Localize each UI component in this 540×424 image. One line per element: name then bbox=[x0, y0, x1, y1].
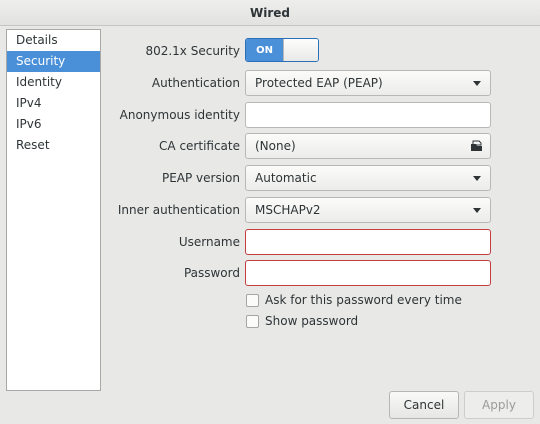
password-label: Password bbox=[183, 266, 240, 280]
security-8021x-label: 802.1x Security bbox=[145, 44, 240, 58]
row-ca-certificate: CA certificate (None) bbox=[0, 132, 540, 160]
row-peap-version: PEAP version Automatic bbox=[0, 164, 540, 192]
inner-authentication-value: MSCHAPv2 bbox=[255, 203, 321, 217]
dropdown-arrow-icon bbox=[473, 80, 481, 86]
ca-certificate-label: CA certificate bbox=[159, 139, 240, 153]
security-8021x-switch[interactable]: ON bbox=[245, 38, 319, 62]
row-8021x-security: 802.1x Security ON bbox=[0, 37, 540, 65]
window-title: Wired bbox=[250, 5, 290, 20]
authentication-label: Authentication bbox=[151, 76, 240, 90]
row-authentication: Authentication Protected EAP (PEAP) bbox=[0, 69, 540, 97]
dropdown-arrow-icon bbox=[473, 175, 481, 181]
dropdown-arrow-icon bbox=[473, 207, 481, 213]
show-password-label: Show password bbox=[265, 314, 359, 328]
window-titlebar: Wired bbox=[0, 0, 540, 26]
authentication-value: Protected EAP (PEAP) bbox=[255, 76, 383, 90]
peap-version-dropdown[interactable]: Automatic bbox=[245, 165, 491, 191]
ca-certificate-chooser[interactable]: (None) bbox=[245, 133, 491, 159]
show-password-checkbox[interactable] bbox=[246, 314, 259, 328]
peap-version-label: PEAP version bbox=[161, 171, 240, 185]
ask-password-checkbox-row[interactable]: Ask for this password every time bbox=[246, 291, 462, 309]
document-open-icon bbox=[471, 140, 482, 151]
ask-password-label: Ask for this password every time bbox=[265, 293, 462, 307]
ask-password-checkbox[interactable] bbox=[246, 293, 259, 307]
switch-on-text: ON bbox=[246, 39, 283, 61]
username-label: Username bbox=[178, 235, 240, 249]
cancel-button[interactable]: Cancel bbox=[389, 391, 459, 419]
row-anonymous-identity: Anonymous identity bbox=[0, 101, 540, 129]
inner-authentication-dropdown[interactable]: MSCHAPv2 bbox=[245, 197, 491, 223]
inner-authentication-label: Inner authentication bbox=[117, 203, 240, 217]
apply-button[interactable]: Apply bbox=[464, 391, 534, 419]
anonymous-identity-label: Anonymous identity bbox=[119, 108, 240, 122]
ca-certificate-value: (None) bbox=[255, 139, 296, 153]
username-input[interactable] bbox=[245, 229, 491, 255]
authentication-dropdown[interactable]: Protected EAP (PEAP) bbox=[245, 70, 491, 96]
row-inner-authentication: Inner authentication MSCHAPv2 bbox=[0, 196, 540, 224]
show-password-checkbox-row[interactable]: Show password bbox=[246, 312, 358, 330]
row-username: Username bbox=[0, 228, 540, 256]
peap-version-value: Automatic bbox=[255, 171, 317, 185]
switch-knob bbox=[283, 39, 318, 61]
anonymous-identity-input[interactable] bbox=[245, 102, 491, 128]
row-password: Password bbox=[0, 259, 540, 287]
password-input[interactable] bbox=[245, 260, 491, 286]
